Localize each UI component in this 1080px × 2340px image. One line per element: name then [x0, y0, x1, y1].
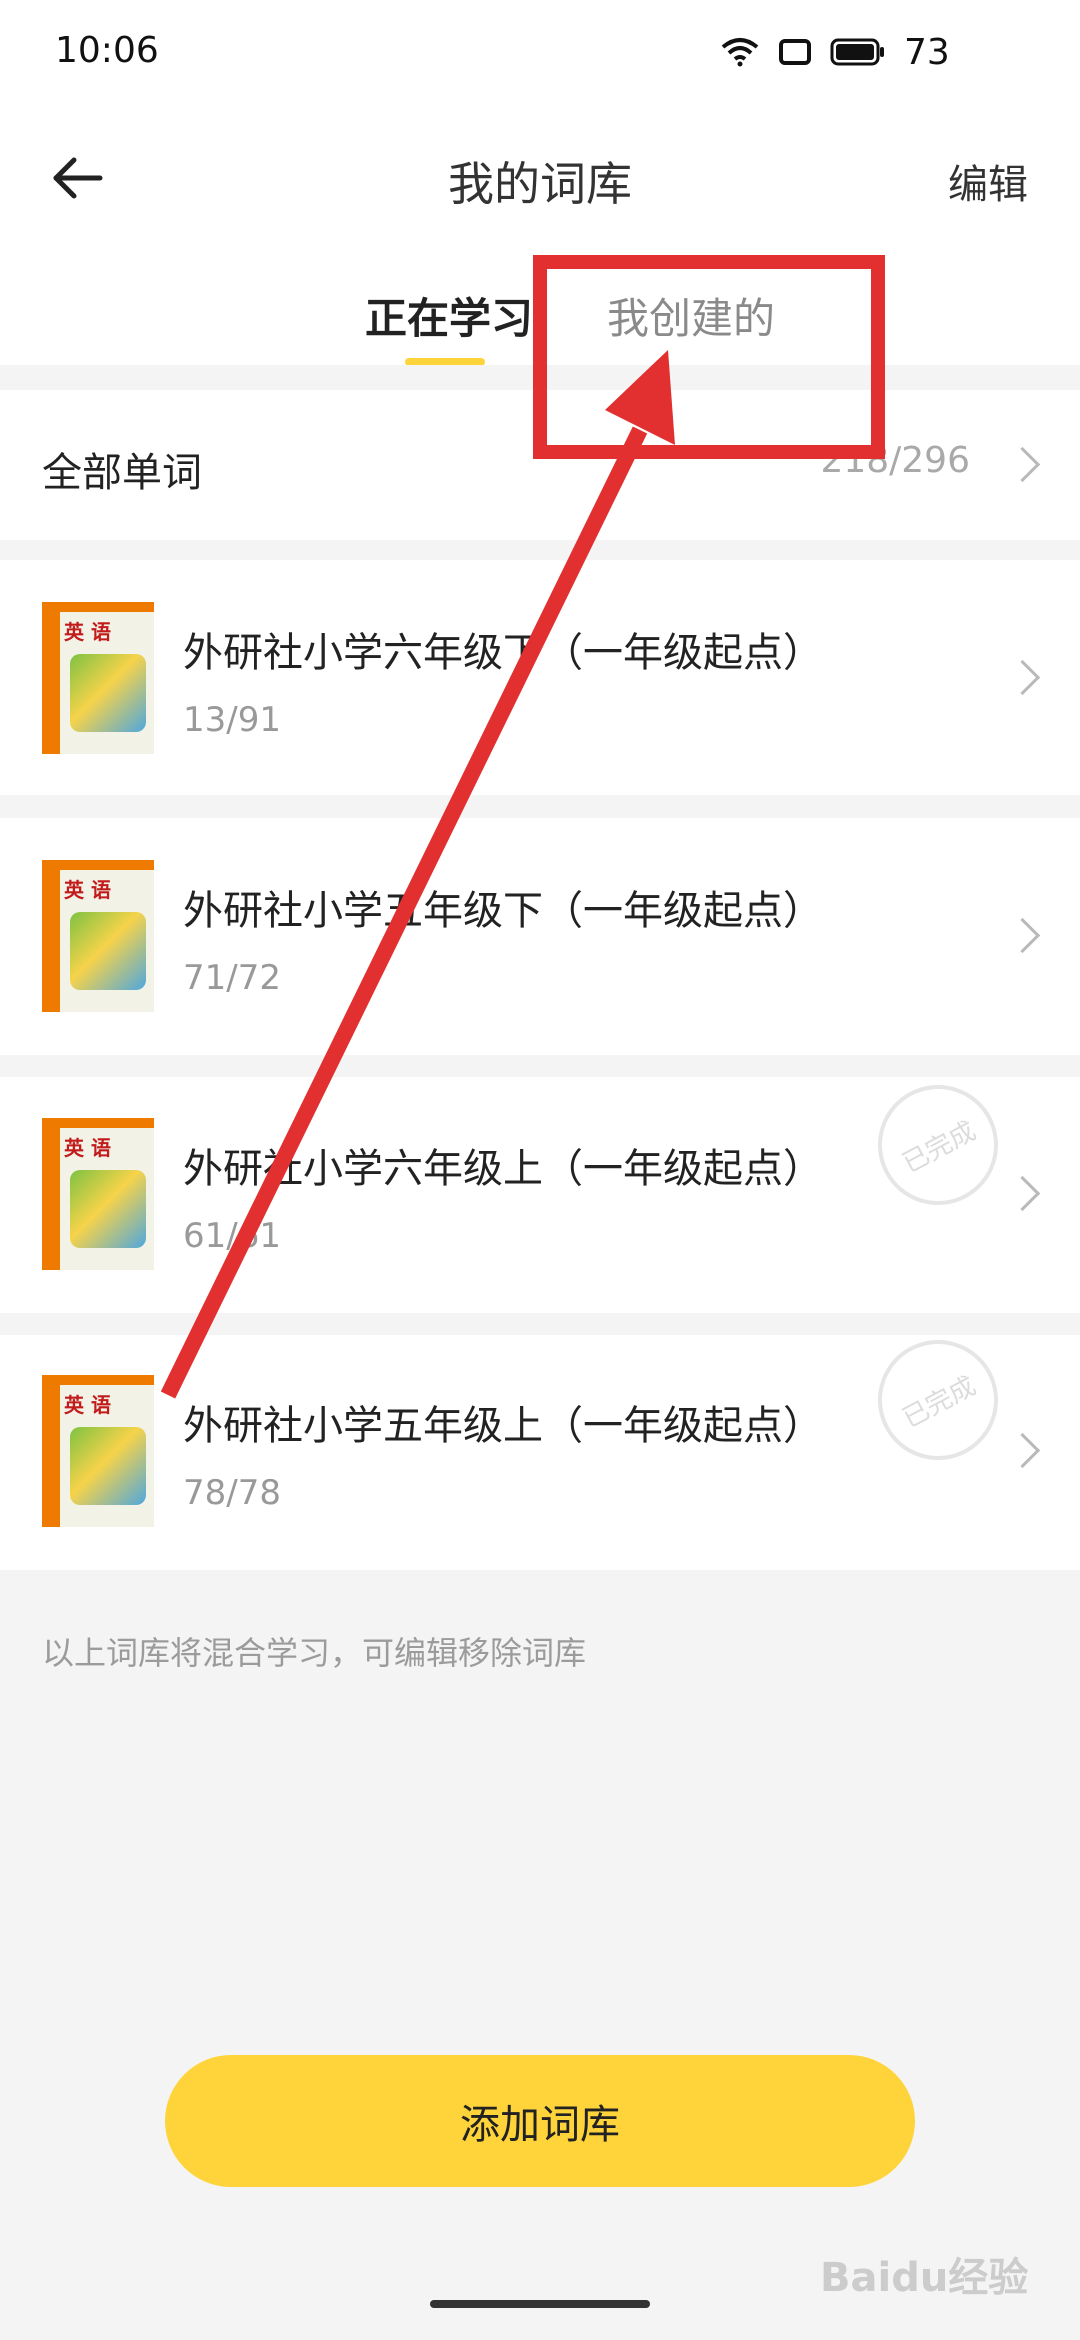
book-card[interactable]: [0, 818, 1080, 1055]
page-title: 我的词库: [448, 157, 632, 211]
edit-button[interactable]: 编辑: [948, 152, 1028, 210]
book-cover: 英 语: [42, 1375, 154, 1527]
book-cover: 英 语: [42, 860, 154, 1012]
book-progress: 71/72: [183, 958, 281, 998]
all-words-label: 全部单词: [42, 450, 202, 496]
battery-icon: [830, 38, 884, 66]
home-indicator[interactable]: [430, 2300, 650, 2308]
book-progress: 78/78: [183, 1473, 281, 1513]
footnote: 以上词库将混合学习，可编辑移除词库: [42, 1634, 587, 1672]
book-progress: 61/61: [183, 1216, 281, 1256]
book-title: 外研社小学六年级下（一年级起点）: [183, 630, 823, 676]
book-cover: 英 语: [42, 602, 154, 754]
book-title: 外研社小学六年级上（一年级起点）: [183, 1146, 823, 1192]
screen-icon: [779, 39, 811, 65]
divider: [0, 365, 1080, 390]
tab-created[interactable]: 我创建的: [607, 285, 775, 346]
status-time: 10:06: [55, 30, 159, 71]
add-wordbank-button[interactable]: 添加词库: [165, 2055, 915, 2187]
book-title: 外研社小学五年级上（一年级起点）: [183, 1403, 823, 1449]
watermark-logo: Baidu经验: [820, 2255, 1029, 2301]
all-words-count: 218/296: [820, 440, 970, 481]
book-cover: 英 语: [42, 1118, 154, 1270]
wifi-icon: [721, 38, 759, 67]
book-title: 外研社小学五年级下（一年级起点）: [183, 888, 823, 934]
battery-level: 73: [904, 31, 950, 73]
status-icons: 73: [720, 30, 950, 74]
tab-learning[interactable]: 正在学习: [365, 285, 533, 346]
book-progress: 13/91: [183, 700, 281, 740]
